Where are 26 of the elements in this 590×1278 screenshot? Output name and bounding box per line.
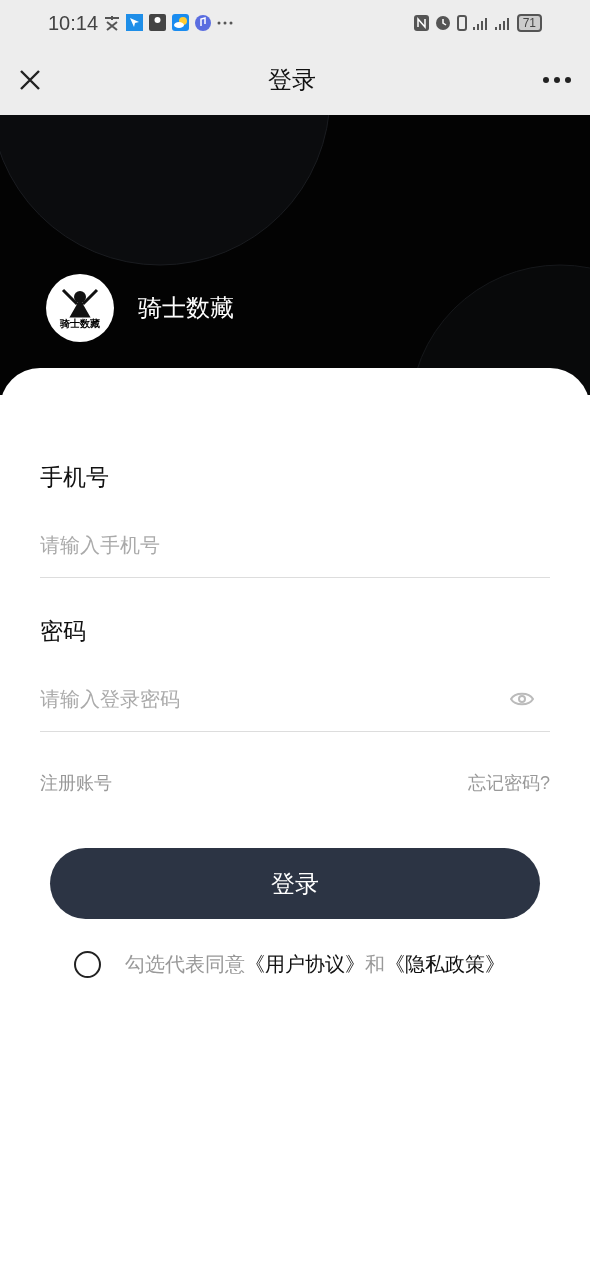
nfc-icon — [413, 14, 429, 31]
signal-icon — [494, 15, 511, 30]
page-title: 登录 — [268, 65, 316, 95]
agree-checkbox[interactable] — [74, 950, 101, 978]
notification-icon — [149, 14, 167, 31]
field-label: 手机号 — [40, 463, 110, 492]
music-icon — [195, 14, 212, 31]
vibrate-icon — [456, 14, 467, 31]
close-icon[interactable] — [18, 68, 42, 92]
status-time: 10:14 — [48, 10, 99, 36]
battery-icon: 71 — [516, 13, 542, 32]
password-field[interactable]: 请输入登录密码 — [40, 683, 510, 714]
weather-icon — [172, 14, 190, 31]
notification-icon — [104, 14, 121, 31]
privacy-policy-link[interactable]: 《隐私政策》 — [385, 953, 505, 975]
signal-icon — [472, 15, 489, 30]
field-label: 密码 — [40, 617, 87, 646]
user-agreement-link[interactable]: 《用户协议》 — [245, 953, 365, 975]
more-notifications-icon — [217, 20, 234, 25]
more-icon[interactable] — [542, 76, 572, 84]
notification-icon — [126, 14, 144, 31]
alarm-icon — [434, 14, 451, 31]
phone-field[interactable]: 请输入手机号 — [40, 529, 550, 560]
brand-name: 骑士数藏 — [138, 293, 234, 323]
agreement-text: 勾选代表同意《用户协议》和《隐私政策》 — [125, 952, 505, 977]
login-button[interactable]: 登录 — [50, 848, 540, 919]
